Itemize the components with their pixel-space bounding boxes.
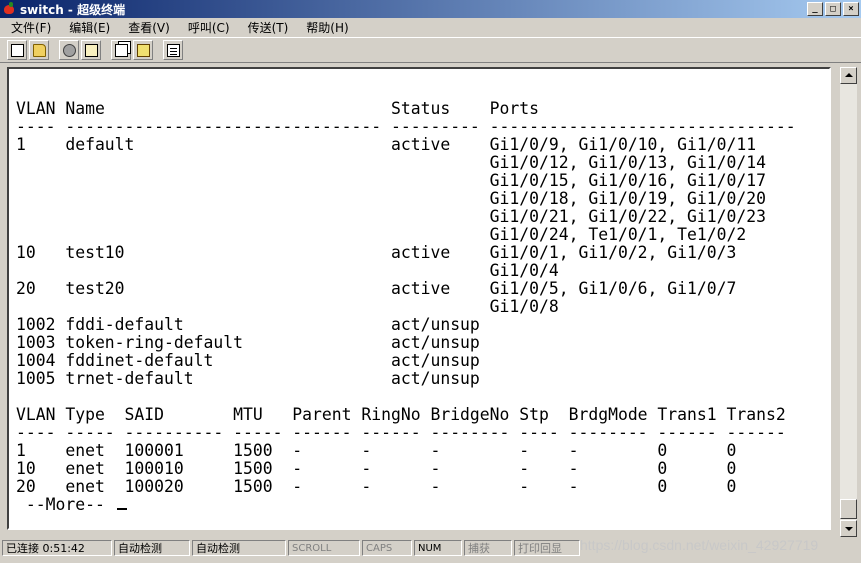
terminal-output[interactable]: VLAN Name Status Ports ---- ------------… — [16, 100, 796, 514]
send-button[interactable] — [111, 40, 131, 60]
text-cursor — [116, 508, 127, 510]
terminal-line: Gi1/0/8 — [16, 297, 559, 316]
properties-button[interactable] — [163, 40, 183, 60]
window-controls: _ □ × — [807, 2, 859, 16]
menu-bar: 文件(F) 编辑(E) 查看(V) 呼叫(C) 传送(T) 帮助(H) — [0, 18, 861, 37]
menu-transfer[interactable]: 传送(T) — [237, 19, 296, 36]
maximize-button[interactable]: □ — [825, 2, 841, 16]
hyperterminal-app-icon[interactable] — [3, 2, 17, 16]
menu-file[interactable]: 文件(F) — [0, 19, 58, 36]
receive-file-icon — [136, 43, 150, 57]
open-button[interactable] — [29, 40, 49, 60]
phone-connect-icon — [62, 43, 76, 57]
terminal-line: 1003 token-ring-default act/unsup — [16, 333, 480, 352]
terminal-line: 10 test10 active Gi1/0/1, Gi1/0/2, Gi1/0… — [16, 243, 737, 262]
send-file-icon — [114, 43, 128, 57]
terminal-line: VLAN Name Status Ports — [16, 99, 540, 118]
terminal-line: VLAN Type SAID MTU Parent RingNo BridgeN… — [16, 405, 786, 424]
scroll-down-button[interactable] — [840, 520, 857, 537]
open-folder-icon — [32, 43, 46, 57]
terminal-line: Gi1/0/15, Gi1/0/16, Gi1/0/17 — [16, 171, 766, 190]
vertical-scrollbar[interactable] — [840, 67, 857, 537]
status-detect-1: 自动检测 — [114, 540, 190, 556]
scroll-up-button[interactable] — [840, 67, 857, 84]
window-title: switch - 超级终端 — [20, 2, 126, 17]
terminal-line: Gi1/0/21, Gi1/0/22, Gi1/0/23 — [16, 207, 766, 226]
status-scroll: SCROLL — [288, 540, 360, 556]
menu-view[interactable]: 查看(V) — [117, 19, 177, 36]
terminal-line: 1 enet 100001 1500 - - - - - 0 0 — [16, 441, 737, 460]
menu-edit[interactable]: 编辑(E) — [58, 19, 117, 36]
terminal-line: 10 enet 100010 1500 - - - - - 0 0 — [16, 459, 737, 478]
arrow-down-icon — [845, 527, 853, 531]
terminal-line: 1005 trnet-default act/unsup — [16, 369, 480, 388]
new-button[interactable] — [7, 40, 27, 60]
more-prompt: --More-- — [16, 495, 115, 514]
title-bar: switch - 超级终端 _ □ × — [0, 0, 861, 18]
status-caps: CAPS — [362, 540, 412, 556]
terminal-line: Gi1/0/18, Gi1/0/19, Gi1/0/20 — [16, 189, 766, 208]
arrow-up-icon — [845, 73, 853, 77]
new-document-icon — [10, 43, 24, 57]
toolbar — [0, 37, 861, 63]
watermark-text: https://blog.csdn.net/weixin_42927719 — [580, 537, 819, 553]
connect-button[interactable] — [59, 40, 79, 60]
terminal-line: 1004 fddinet-default act/unsup — [16, 351, 480, 370]
terminal-line: 20 enet 100020 1500 - - - - - 0 0 — [16, 477, 737, 496]
status-detect-2: 自动检测 — [192, 540, 286, 556]
bottom-edge — [0, 558, 861, 563]
status-connected: 已连接 0:51:42 — [2, 540, 112, 556]
receive-button[interactable] — [133, 40, 153, 60]
status-capture: 捕获 — [464, 540, 512, 556]
terminal-line: 20 test20 active Gi1/0/5, Gi1/0/6, Gi1/0… — [16, 279, 737, 298]
hang-up-icon — [84, 43, 98, 57]
menu-call[interactable]: 呼叫(C) — [177, 19, 237, 36]
disconnect-button[interactable] — [81, 40, 101, 60]
status-num: NUM — [414, 540, 462, 556]
close-button[interactable]: × — [843, 2, 859, 16]
terminal-line: ---- ----- ---------- ----- ------ -----… — [16, 423, 786, 442]
properties-icon — [166, 43, 180, 57]
terminal-line: Gi1/0/4 — [16, 261, 559, 280]
minimize-button[interactable]: _ — [807, 2, 823, 16]
menu-help[interactable]: 帮助(H) — [295, 19, 355, 36]
scroll-thumb[interactable] — [840, 499, 857, 519]
terminal-line: 1 default active Gi1/0/9, Gi1/0/10, Gi1/… — [16, 135, 757, 154]
status-print-echo: 打印回显 — [514, 540, 580, 556]
terminal-line: Gi1/0/12, Gi1/0/13, Gi1/0/14 — [16, 153, 766, 172]
terminal-line: Gi1/0/24, Te1/0/1, Te1/0/2 — [16, 225, 747, 244]
terminal-line: ---- -------------------------------- --… — [16, 117, 796, 136]
terminal-line: 1002 fddi-default act/unsup — [16, 315, 480, 334]
